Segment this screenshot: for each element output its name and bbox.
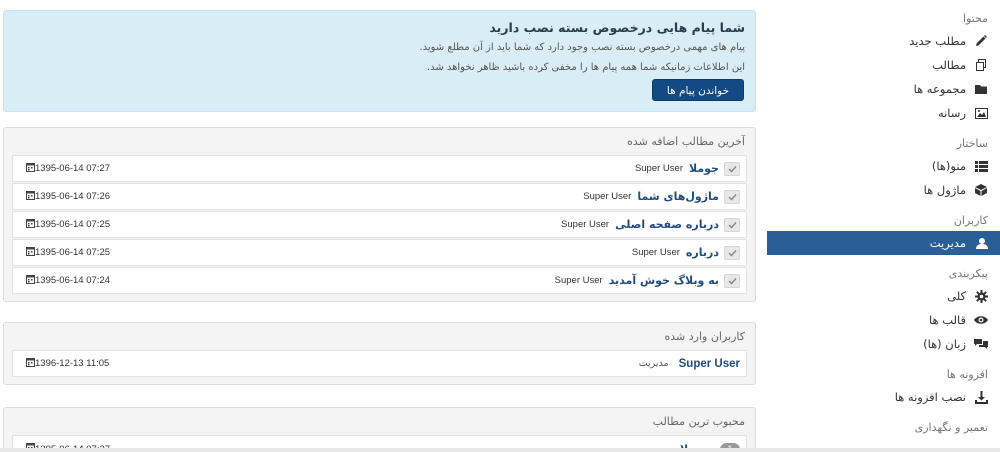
published-check-icon[interactable] [724, 161, 740, 176]
sidebar-item[interactable]: مجموعه ها [767, 77, 1000, 101]
main-content: شما پیام هایی درخصوص بسته نصب دارید پیام… [3, 10, 756, 452]
sidebar-heading: محتوا [962, 12, 988, 25]
article-date: 1395-06-14 07:25 [21, 218, 111, 231]
sidebar-item-label: نصب افزونه ها [894, 390, 966, 404]
article-title-link[interactable]: جوملا [689, 162, 719, 175]
popular-articles-panel: محبوب ترین مطالب 1 جوملا 1395-06-14 07:2… [3, 407, 756, 452]
latest-articles-panel: آخرین مطالب اضافه شده جوملا Super User 1… [3, 127, 756, 302]
sidebar-item[interactable]: مدیریت [767, 231, 1000, 255]
article-title-link[interactable]: ماژول‌های شما [637, 190, 719, 203]
list-icon [972, 154, 990, 178]
published-check-icon[interactable] [724, 217, 740, 232]
sidebar-item[interactable]: زبان (ها) [767, 332, 1000, 356]
article-title-link[interactable]: درباره [686, 246, 719, 259]
login-date: 1396-12-13 11:05 [21, 357, 110, 370]
sidebar-item[interactable]: منو(ها) [767, 154, 1000, 178]
sidebar-item[interactable]: رسانه [767, 101, 1000, 125]
table-row: درباره Super User 1395-06-14 07:25 [12, 239, 747, 266]
calendar-icon [26, 274, 35, 287]
sidebar-item-label: رسانه [937, 106, 966, 120]
popular-articles-title: محبوب ترین مطالب [652, 415, 745, 428]
table-row: ماژول‌های شما Super User 1395-06-14 07:2… [12, 183, 747, 210]
article-date: 1395-06-14 07:26 [21, 190, 111, 203]
article-date: 1395-06-14 07:25 [21, 246, 111, 259]
article-author: Super User [583, 191, 632, 202]
sidebar-item[interactable]: قالب ها [767, 308, 1000, 332]
copy-icon [972, 53, 990, 77]
article-title-link[interactable]: درباره صفحه اصلی [615, 218, 719, 231]
article-author: Super User [631, 247, 680, 258]
published-check-icon[interactable] [724, 273, 740, 288]
date-text: 1395-06-14 07:26 [35, 191, 111, 202]
comments-icon [972, 332, 990, 356]
sidebar-heading: ساختار [956, 137, 988, 150]
pencil-icon [972, 29, 990, 53]
sidebar-item[interactable]: مطلب جدید [767, 29, 1000, 53]
sidebar-item-label: ماژول ها [923, 183, 966, 197]
alert-line-1: پیام های مهمی درخصوص بسته نصب وجود دارد … [419, 42, 745, 53]
calendar-icon [26, 218, 35, 231]
sidebar-item-label: کلی [947, 289, 966, 303]
date-text: 1395-06-14 07:25 [35, 247, 111, 258]
logged-in-users-title: کاربران وارد شده [664, 330, 746, 343]
read-messages-button[interactable]: خواندن پیام ها [652, 79, 744, 101]
calendar-icon [26, 190, 35, 203]
table-row: درباره صفحه اصلی Super User 1395-06-14 0… [12, 211, 747, 238]
logged-in-users-panel: کاربران وارد شده Super User مدیریت 1396-… [3, 322, 756, 385]
calendar-icon [26, 357, 35, 370]
calendar-icon [26, 246, 35, 259]
horizontal-scrollbar[interactable] [0, 448, 1000, 452]
user-role: مدیریت [638, 358, 669, 369]
article-author: Super User [554, 275, 603, 286]
sidebar-item-label: زبان (ها) [923, 337, 966, 351]
gear-icon [972, 284, 990, 308]
sidebar-item-label: مطلب جدید [909, 34, 966, 48]
cube-icon [972, 178, 990, 202]
folder-icon [972, 77, 990, 101]
sidebar-item-label: مجموعه ها [913, 82, 966, 96]
article-date: 1395-06-14 07:24 [21, 274, 111, 287]
sidebar-item[interactable]: کلی [767, 284, 1000, 308]
calendar-icon [26, 162, 35, 175]
article-author: Super User [634, 163, 683, 174]
sidebar-heading: تعمیر و نگهداری [914, 421, 988, 434]
sidebar-item-label: منو(ها) [931, 159, 966, 173]
eye-icon [972, 308, 990, 332]
article-date: 1395-06-14 07:27 [21, 162, 111, 175]
alert-title: شما پیام هایی درخصوص بسته نصب دارید [489, 20, 745, 35]
sidebar-item[interactable]: مطالب [767, 53, 1000, 77]
date-text: 1396-12-13 11:05 [35, 358, 110, 369]
sidebar-item-label: مطالب [932, 58, 966, 72]
sidebar-item[interactable]: نصب افزونه ها [767, 385, 1000, 409]
sidebar-heading: کاربران [953, 214, 988, 227]
image-icon [972, 101, 990, 125]
sidebar-heading: پیکربندی [948, 267, 988, 280]
alert-line-2: این اطلاعات زمانیکه شما همه پیام ها را م… [426, 62, 745, 73]
sidebar-item[interactable]: ماژول ها [767, 178, 1000, 202]
table-row: به وبلاگ خوش آمدید Super User 1395-06-14… [12, 267, 747, 294]
user-icon [972, 231, 990, 255]
table-row: جوملا Super User 1395-06-14 07:27 [12, 155, 747, 182]
published-check-icon[interactable] [724, 189, 740, 204]
sidebar-item-label: مدیریت [929, 236, 966, 250]
user-name-link[interactable]: Super User [679, 358, 740, 370]
date-text: 1395-06-14 07:27 [35, 163, 111, 174]
published-check-icon[interactable] [724, 245, 740, 260]
sidebar: محتوا مطلب جدید مطالب مجموعه ها رسانه سا… [767, 0, 1000, 452]
date-text: 1395-06-14 07:25 [35, 219, 111, 230]
download-icon [972, 385, 990, 409]
sidebar-heading: افزونه ها [946, 368, 988, 381]
article-author: Super User [561, 219, 610, 230]
article-title-link[interactable]: به وبلاگ خوش آمدید [609, 274, 719, 287]
sidebar-item-label: قالب ها [928, 313, 966, 327]
latest-articles-title: آخرین مطالب اضافه شده [627, 135, 745, 148]
install-messages-alert: شما پیام هایی درخصوص بسته نصب دارید پیام… [3, 10, 756, 112]
table-row: Super User مدیریت 1396-12-13 11:05 [12, 350, 747, 377]
date-text: 1395-06-14 07:24 [35, 275, 111, 286]
